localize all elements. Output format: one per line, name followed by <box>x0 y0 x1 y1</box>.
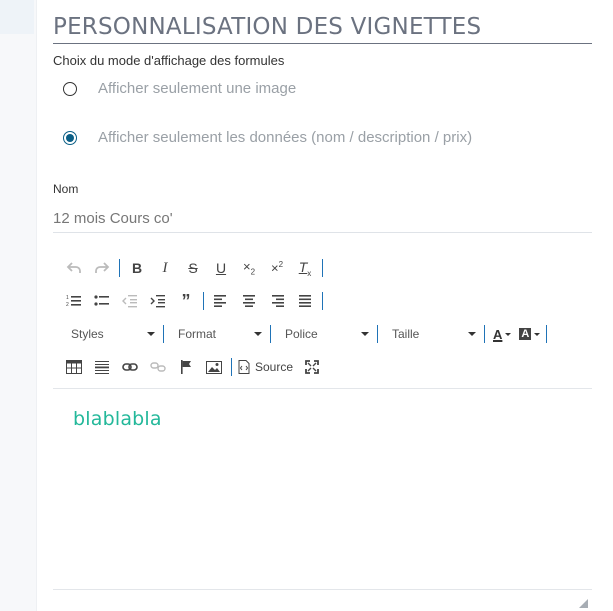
blockquote-icon[interactable]: ” <box>175 291 197 311</box>
align-right-icon[interactable] <box>266 291 288 311</box>
chevron-down-icon <box>468 332 476 336</box>
chevron-down-icon <box>361 332 369 336</box>
display-mode-option-data[interactable]: Afficher seulement les données (nom / de… <box>63 129 472 146</box>
toolbar-separator <box>270 325 271 343</box>
radio-button-unchecked[interactable] <box>63 81 77 96</box>
editor-area-top-border <box>53 388 592 389</box>
increase-indent-icon[interactable] <box>147 291 169 311</box>
styles-dropdown-label: Styles <box>71 327 104 341</box>
size-dropdown[interactable]: Taille <box>384 324 480 344</box>
chevron-down-icon <box>534 332 541 336</box>
toolbar-separator <box>119 259 120 277</box>
underline-icon[interactable]: U <box>210 258 232 278</box>
format-dropdown-label: Format <box>178 327 217 341</box>
align-center-icon[interactable] <box>238 291 260 311</box>
resize-handle-icon[interactable] <box>579 599 588 608</box>
toolbar-row-basic: B I S U ×2 ×2 Tx <box>63 258 329 278</box>
unlink-icon[interactable] <box>147 357 169 377</box>
image-icon[interactable] <box>203 357 225 377</box>
toolbar-separator <box>377 325 378 343</box>
toolbar-separator <box>231 358 232 376</box>
remove-format-icon[interactable]: Tx <box>294 258 316 278</box>
horizontal-rule-icon[interactable] <box>91 357 113 377</box>
display-mode-option-label: Afficher seulement une image <box>98 80 297 97</box>
name-field-label: Nom <box>53 182 79 196</box>
numbered-list-icon[interactable]: 12 <box>63 291 85 311</box>
align-left-icon[interactable] <box>210 291 232 311</box>
display-mode-option-image[interactable]: Afficher seulement une image <box>63 80 296 97</box>
source-button-label: Source <box>255 360 294 374</box>
styles-dropdown[interactable]: Styles <box>63 324 159 344</box>
toolbar-row-styles: Styles Format Police Taille A A <box>63 324 553 344</box>
vignette-customization-panel: PERSONNALISATION DES VIGNETTES Choix du … <box>53 0 593 611</box>
toolbar-row-paragraph: 12 ” <box>63 291 329 311</box>
toolbar-separator <box>322 259 323 277</box>
maximize-icon[interactable] <box>301 357 323 377</box>
anchor-flag-icon[interactable] <box>175 357 197 377</box>
chevron-down-icon <box>505 332 512 336</box>
toolbar-separator <box>203 292 204 310</box>
italic-icon[interactable]: I <box>154 258 176 278</box>
radio-button-checked[interactable] <box>63 130 77 145</box>
font-dropdown-label: Police <box>285 327 318 341</box>
format-dropdown[interactable]: Format <box>170 324 266 344</box>
strikethrough-icon[interactable]: S <box>182 258 204 278</box>
svg-text:2: 2 <box>66 302 69 308</box>
text-color-icon: A <box>493 326 503 342</box>
name-input[interactable] <box>53 204 592 233</box>
bulleted-list-icon[interactable] <box>91 291 113 311</box>
toolbar-separator <box>163 325 164 343</box>
subscript-icon[interactable]: ×2 <box>238 258 260 278</box>
decrease-indent-icon[interactable] <box>119 291 141 311</box>
background-color-icon: A <box>519 328 532 340</box>
chevron-down-icon <box>254 332 262 336</box>
svg-text:1: 1 <box>66 295 69 301</box>
left-sidebar-active-item[interactable] <box>0 0 34 34</box>
size-dropdown-label: Taille <box>392 327 420 341</box>
undo-icon[interactable] <box>63 258 85 278</box>
source-icon <box>238 360 250 374</box>
display-mode-label: Choix du mode d'affichage des formules <box>53 53 285 68</box>
editor-area-bottom-border <box>53 589 592 590</box>
chevron-down-icon <box>147 332 155 336</box>
toolbar-separator <box>484 325 485 343</box>
left-sidebar-strip <box>0 0 37 611</box>
font-dropdown[interactable]: Police <box>277 324 373 344</box>
bold-icon[interactable]: B <box>126 258 148 278</box>
toolbar-row-insert: Source <box>63 357 329 377</box>
text-color-button[interactable]: A <box>491 324 513 344</box>
toolbar-separator <box>546 325 548 343</box>
section-title: PERSONNALISATION DES VIGNETTES <box>53 14 592 44</box>
toolbar-separator <box>322 292 323 310</box>
table-icon[interactable] <box>63 357 85 377</box>
align-justify-icon[interactable] <box>294 291 316 311</box>
superscript-icon[interactable]: ×2 <box>266 258 288 278</box>
source-button[interactable]: Source <box>238 360 293 374</box>
editor-content-area[interactable]: blablabla <box>73 408 162 430</box>
display-mode-option-label: Afficher seulement les données (nom / de… <box>98 129 473 146</box>
background-color-button[interactable]: A <box>517 324 542 344</box>
redo-icon[interactable] <box>91 258 113 278</box>
link-icon[interactable] <box>119 357 141 377</box>
